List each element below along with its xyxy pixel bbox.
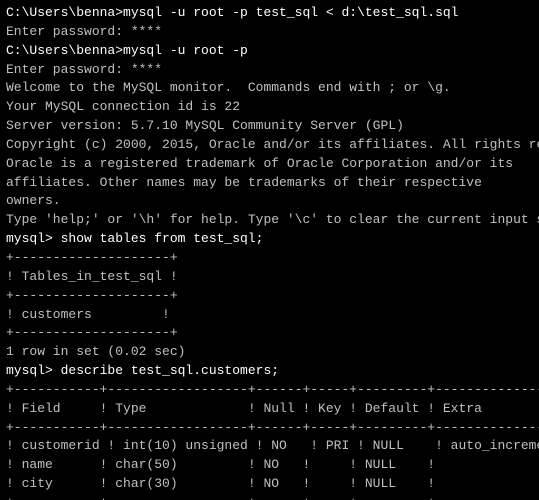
- terminal-line: +--------------------+: [6, 249, 533, 268]
- terminal-content: C:\Users\benna>mysql -u root -p test_sql…: [6, 4, 533, 500]
- terminal-line: +-----------+------------------+------+-…: [6, 494, 533, 500]
- terminal-line: mysql> describe test_sql.customers;: [6, 362, 533, 381]
- terminal-line: +--------------------+: [6, 287, 533, 306]
- terminal-line: mysql> show tables from test_sql;: [6, 230, 533, 249]
- terminal-window[interactable]: C:\Users\benna>mysql -u root -p test_sql…: [0, 0, 539, 500]
- terminal-line: owners.: [6, 192, 533, 211]
- terminal-line: ! city ! char(30) ! NO ! ! NULL ! !: [6, 475, 533, 494]
- terminal-line: ! customerid ! int(10) unsigned ! NO ! P…: [6, 437, 533, 456]
- terminal-line: Enter password: ****: [6, 61, 533, 80]
- terminal-line: +-----------+------------------+------+-…: [6, 381, 533, 400]
- terminal-line: +-----------+------------------+------+-…: [6, 419, 533, 438]
- terminal-line: 1 row in set (0.02 sec): [6, 343, 533, 362]
- terminal-line: +--------------------+: [6, 324, 533, 343]
- terminal-line: C:\Users\benna>mysql -u root -p: [6, 42, 533, 61]
- terminal-line: Server version: 5.7.10 MySQL Community S…: [6, 117, 533, 136]
- terminal-line: Type 'help;' or '\h' for help. Type '\c'…: [6, 211, 533, 230]
- terminal-line: Welcome to the MySQL monitor. Commands e…: [6, 79, 533, 98]
- terminal-line: Oracle is a registered trademark of Orac…: [6, 155, 533, 174]
- terminal-line: Copyright (c) 2000, 2015, Oracle and/or …: [6, 136, 533, 155]
- terminal-line: C:\Users\benna>mysql -u root -p test_sql…: [6, 4, 533, 23]
- terminal-line: ! customers !: [6, 306, 533, 325]
- terminal-line: ! Tables_in_test_sql !: [6, 268, 533, 287]
- terminal-line: Your MySQL connection id is 22: [6, 98, 533, 117]
- terminal-line: ! Field ! Type ! Null ! Key ! Default ! …: [6, 400, 533, 419]
- terminal-line: ! name ! char(50) ! NO ! ! NULL ! !: [6, 456, 533, 475]
- terminal-line: Enter password: ****: [6, 23, 533, 42]
- terminal-line: affiliates. Other names may be trademark…: [6, 174, 533, 193]
